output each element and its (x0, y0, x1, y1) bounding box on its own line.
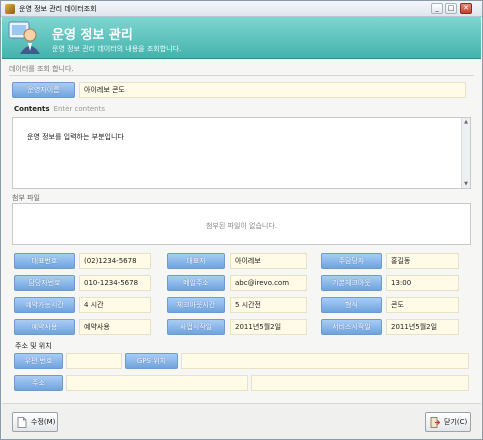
biz-start-label: 사업시작일 (167, 319, 225, 335)
biz-use-value[interactable]: 예약사용 (79, 319, 151, 335)
rep-value[interactable]: 아이레보 (230, 253, 307, 269)
operator-icon (8, 21, 40, 54)
document-icon (17, 417, 27, 428)
title-bar[interactable]: 운영 정보 관리 데이터조회 _ □ ✕ (1, 1, 482, 17)
zip-value[interactable] (66, 353, 122, 369)
contents-title: Contents (14, 105, 50, 113)
gps-value[interactable] (181, 353, 469, 369)
close-button-label: 닫기(C) (444, 418, 468, 426)
checkout-hours-label: 체크아웃시간 (167, 297, 225, 313)
app-icon (5, 4, 15, 14)
mgr-phone-value[interactable]: 010-1234-5678 (79, 275, 151, 291)
attachments-box[interactable]: 첨부된 파일이 없습니다. (12, 203, 471, 245)
checkout-hours-value[interactable]: 5 시간전 (230, 297, 307, 313)
header-banner: 운영 정보 관리 운영 정보 관리 데이터의 내용을 조회합니다. (2, 17, 481, 59)
window-title: 운영 정보 관리 데이터조회 (19, 5, 97, 13)
contents-placeholder: Enter contents (53, 105, 105, 113)
rep-label: 대표자 (167, 253, 225, 269)
gps-label: GPS 위치 (125, 353, 178, 369)
contents-textarea[interactable]: 운영 정보를 입력하는 부분입니다 ▲ ▼ (12, 117, 471, 189)
manager-value[interactable]: 홍길동 (386, 253, 459, 269)
address-value-1[interactable] (66, 375, 248, 391)
type-value[interactable]: 콘도 (386, 297, 459, 313)
edit-button-label: 수정(M) (31, 418, 56, 426)
svc-start-label: 서비스시작일 (321, 319, 382, 335)
close-window-button[interactable]: ✕ (460, 3, 472, 14)
address-title: 주소 및 위치 (15, 342, 52, 350)
header-subtitle: 운영 정보 관리 데이터의 내용을 조회합니다. (52, 45, 182, 53)
header-title: 운영 정보 관리 (52, 28, 133, 43)
rep-phone-label: 대표번호 (14, 253, 75, 269)
biz-start-value[interactable]: 2011년5월2일 (230, 319, 307, 335)
basic-time-label: 예약가능시간 (14, 297, 75, 313)
op-name-value[interactable]: 아이레보 콘도 (79, 82, 466, 98)
checkin-value[interactable]: 13:00 (386, 275, 459, 291)
contents-text: 운영 정보를 입력하는 부분입니다 (27, 133, 124, 141)
edit-button[interactable]: 수정(M) (12, 412, 58, 432)
close-button[interactable]: 닫기(C) (425, 412, 471, 432)
mgr-phone-label: 담당자번호 (14, 275, 75, 291)
address-label: 주소 (14, 375, 63, 391)
attachments-empty-text: 첨부된 파일이 없습니다. (205, 222, 278, 230)
email-label: 메일주소 (167, 275, 225, 291)
biz-use-label: 예약사용 (14, 319, 75, 335)
basic-time-value[interactable]: 4 시간 (79, 297, 151, 313)
address-value-2[interactable] (251, 375, 469, 391)
status-notice: 데이터를 조회 합니다. (9, 65, 74, 73)
type-label: 형식 (321, 297, 382, 313)
rep-phone-value[interactable]: (02)1234-5678 (79, 253, 151, 269)
maximize-button[interactable]: □ (445, 3, 457, 14)
manager-label: 주담당자 (321, 253, 382, 269)
dialog-window: 운영 정보 관리 데이터조회 _ □ ✕ 운영 정보 관리 운영 정보 관리 데… (0, 0, 483, 440)
exit-door-icon (430, 417, 440, 428)
contents-heading: Contents Enter contents (14, 105, 105, 113)
contents-scrollbar[interactable]: ▲ ▼ (461, 118, 470, 188)
attachments-title: 첨부 파일 (12, 194, 40, 202)
minimize-button[interactable]: _ (431, 3, 443, 14)
scroll-up-icon[interactable]: ▲ (462, 118, 470, 126)
scroll-down-icon[interactable]: ▼ (462, 180, 470, 188)
op-name-label: 운영자이름 (12, 82, 75, 98)
footer-bar: 수정(M) 닫기(C) (2, 403, 481, 439)
divider (9, 75, 474, 76)
email-value[interactable]: abc@irevo.com (230, 275, 307, 291)
svc-start-value[interactable]: 2011년5월2일 (386, 319, 459, 335)
zip-label: 우편 번호 (14, 353, 63, 369)
checkin-label: 기본체크아웃 (321, 275, 382, 291)
